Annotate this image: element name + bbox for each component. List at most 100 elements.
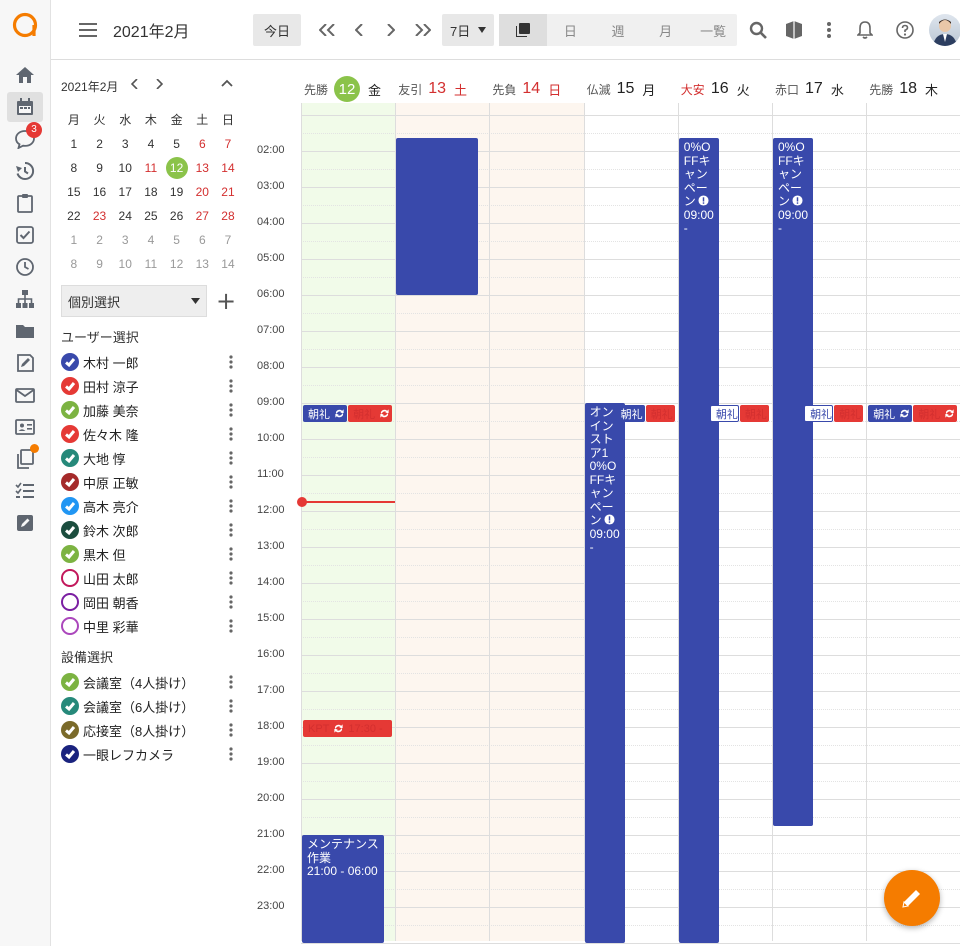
app-logo-icon[interactable] — [12, 12, 38, 38]
day-header[interactable]: 仏滅 15 月 — [587, 76, 656, 102]
day-header[interactable]: 友引 13 土 — [398, 76, 467, 102]
list-item[interactable]: 木村 一郎 — [61, 350, 236, 374]
check-circle-icon[interactable] — [61, 473, 79, 491]
event-chip[interactable]: KPT 17:30 - — [303, 720, 393, 737]
circle-outline-icon[interactable] — [61, 617, 79, 635]
folder-icon[interactable] — [7, 316, 43, 346]
more-vertical-icon[interactable] — [226, 742, 236, 766]
tab-month[interactable]: 月 — [642, 14, 690, 46]
day-header[interactable]: 大安 16 火 — [681, 76, 750, 102]
event-chip[interactable]: 朝礼 — [645, 405, 675, 422]
mini-next-icon[interactable] — [155, 78, 164, 93]
mini-day[interactable]: 23 — [87, 204, 113, 228]
mini-day[interactable]: 17 — [112, 180, 138, 204]
more-vertical-icon[interactable] — [226, 542, 236, 566]
help-icon[interactable] — [893, 14, 917, 46]
chat-icon[interactable]: 3 — [7, 122, 43, 154]
more-vertical-icon[interactable] — [226, 446, 236, 470]
clock-icon[interactable] — [7, 252, 43, 282]
add-icon[interactable]: + — [215, 286, 237, 316]
calendar-event[interactable]: オンインストア10%OFFキャンペーン 09:00 - — [584, 403, 625, 943]
mini-day[interactable]: 7 — [215, 132, 241, 156]
calendar-event[interactable]: メンテナンス作業 21:00 - 06:00 — [302, 835, 385, 943]
more-vertical-icon[interactable] — [226, 374, 236, 398]
mini-day[interactable]: 1 — [61, 228, 87, 252]
day-header[interactable]: 先負 14 日 — [492, 76, 561, 102]
mini-day[interactable]: 14 — [215, 156, 241, 180]
mini-day[interactable]: 13 — [189, 252, 215, 276]
event-chip[interactable]: 朝礼 — [303, 405, 348, 422]
mini-day[interactable]: 7 — [215, 228, 241, 252]
more-vertical-icon[interactable] — [819, 14, 839, 46]
task-list-icon[interactable] — [7, 476, 43, 506]
calendar-event[interactable]: 0%OFFキャンペーン 09:00 - — [773, 138, 814, 826]
menu-icon[interactable] — [75, 14, 101, 46]
bell-icon[interactable] — [853, 14, 877, 46]
mini-day[interactable]: 24 — [112, 204, 138, 228]
mini-day[interactable]: 5 — [164, 132, 190, 156]
mini-day[interactable]: 19 — [164, 180, 190, 204]
check-circle-icon[interactable] — [61, 745, 79, 763]
check-circle-icon[interactable] — [61, 401, 79, 419]
mini-day[interactable]: 16 — [87, 180, 113, 204]
list-item[interactable]: 佐々木 隆 — [61, 422, 236, 446]
more-vertical-icon[interactable] — [226, 518, 236, 542]
mini-day[interactable]: 1 — [61, 132, 87, 156]
event-chip[interactable]: 朝礼 — [739, 405, 769, 422]
calendar-event[interactable]: 0%OFFキャンペーン 09:00 - — [678, 138, 719, 943]
calendar-event[interactable] — [396, 138, 479, 295]
clipboard-icon[interactable] — [7, 188, 43, 218]
more-vertical-icon[interactable] — [226, 718, 236, 742]
mini-day[interactable]: 20 — [189, 180, 215, 204]
mini-day[interactable]: 6 — [189, 132, 215, 156]
mini-day[interactable]: 12 — [164, 156, 190, 180]
mini-day[interactable]: 28 — [215, 204, 241, 228]
check-circle-icon[interactable] — [61, 545, 79, 563]
check-circle-icon[interactable] — [61, 721, 79, 739]
day-header[interactable]: 先勝 18 木 — [869, 76, 938, 102]
list-item[interactable]: 会議室（4人掛け） — [61, 670, 236, 694]
event-chip[interactable]: 朝礼 — [868, 405, 913, 422]
event-chip[interactable]: 朝礼 — [709, 405, 739, 422]
mini-day[interactable]: 4 — [138, 228, 164, 252]
circle-outline-icon[interactable] — [61, 569, 79, 587]
mini-day[interactable]: 10 — [112, 156, 138, 180]
mini-day[interactable]: 13 — [189, 156, 215, 180]
more-vertical-icon[interactable] — [226, 422, 236, 446]
map-icon[interactable] — [781, 14, 807, 46]
event-chip[interactable]: 朝礼 — [834, 405, 864, 422]
day-header[interactable]: 先勝 12 金 — [304, 76, 381, 102]
list-item[interactable]: 高木 亮介 — [61, 494, 236, 518]
mini-day[interactable]: 2 — [87, 132, 113, 156]
range-select[interactable]: 7日 — [442, 14, 494, 46]
list-item[interactable]: 中里 彩華 — [61, 614, 236, 638]
more-vertical-icon[interactable] — [226, 670, 236, 694]
mail-icon[interactable] — [7, 380, 43, 410]
mini-day[interactable]: 6 — [189, 228, 215, 252]
home-icon[interactable] — [7, 60, 43, 90]
list-item[interactable]: 応接室（8人掛け） — [61, 718, 236, 742]
mini-day[interactable]: 8 — [61, 252, 87, 276]
check-circle-icon[interactable] — [61, 449, 79, 467]
more-vertical-icon[interactable] — [226, 614, 236, 638]
pen-square-icon[interactable] — [7, 508, 43, 538]
search-icon[interactable] — [745, 14, 771, 46]
mini-day[interactable]: 11 — [138, 252, 164, 276]
calendar-icon[interactable] — [7, 92, 43, 122]
circle-outline-icon[interactable] — [61, 593, 79, 611]
copy-icon[interactable] — [7, 444, 43, 474]
history-icon[interactable] — [7, 156, 43, 186]
check-circle-icon[interactable] — [61, 497, 79, 515]
list-item[interactable]: 中原 正敏 — [61, 470, 236, 494]
check-circle-icon[interactable] — [61, 353, 79, 371]
more-vertical-icon[interactable] — [226, 694, 236, 718]
today-button[interactable]: 今日 — [253, 14, 301, 46]
mini-day[interactable]: 15 — [61, 180, 87, 204]
avatar[interactable] — [929, 14, 960, 46]
mini-day[interactable]: 18 — [138, 180, 164, 204]
mini-day[interactable]: 3 — [112, 132, 138, 156]
double-chevron-right-icon[interactable] — [411, 14, 435, 46]
list-item[interactable]: 大地 惇 — [61, 446, 236, 470]
mini-day[interactable]: 10 — [112, 252, 138, 276]
chevron-left-icon[interactable] — [347, 14, 371, 46]
